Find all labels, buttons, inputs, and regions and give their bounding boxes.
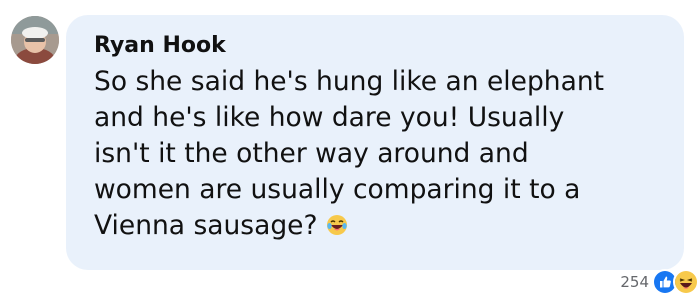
avatar[interactable] [11, 16, 59, 64]
profile-photo [11, 16, 59, 64]
reaction-count[interactable]: 254 [620, 273, 649, 291]
comment-author[interactable]: Ryan Hook [94, 33, 226, 58]
reaction-icons[interactable] [652, 269, 699, 295]
comment-text-line: and he's like how dare you! Usually [94, 102, 565, 133]
comment-bubble: Ryan Hook So she said he's hung like an … [66, 15, 684, 270]
comment-text-line-last: Vienna sausage? [94, 208, 674, 244]
comment-text-line: Vienna sausage? [94, 210, 318, 241]
laughing-tears-emoji-icon [326, 210, 348, 235]
comment-text: So she said he's hung like an elephant a… [94, 64, 674, 244]
reactions[interactable]: 254 [620, 269, 699, 295]
comment-text-line: isn't it the other way around and [94, 138, 529, 169]
haha-icon [673, 269, 699, 295]
comment-text-line: women are usually comparing it to a [94, 174, 581, 205]
comment: Ryan Hook So she said he's hung like an … [0, 0, 700, 303]
comment-text-line: So she said he's hung like an elephant [94, 66, 605, 97]
